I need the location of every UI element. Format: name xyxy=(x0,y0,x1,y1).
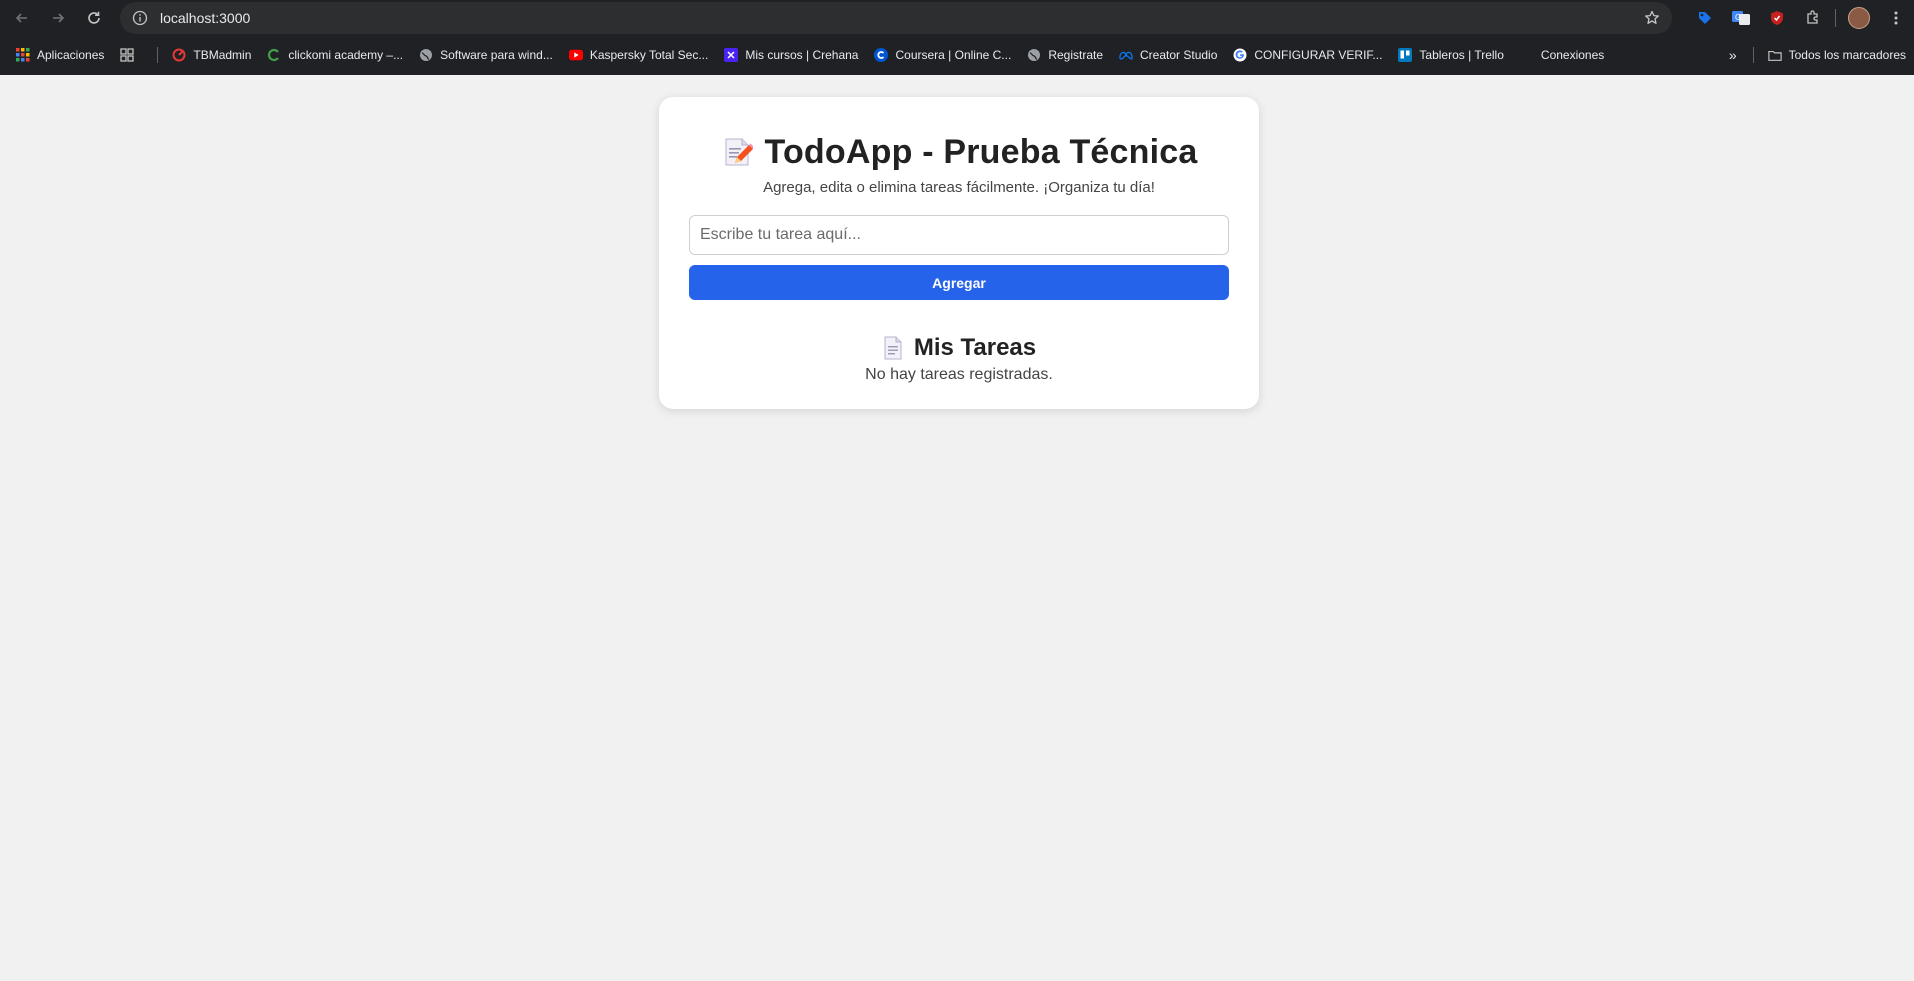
address-bar[interactable]: localhost:3000 xyxy=(120,2,1672,34)
bookmark-creator-studio[interactable]: Creator Studio xyxy=(1119,48,1217,62)
bookmark-label: Tableros | Trello xyxy=(1419,48,1504,62)
kebab-menu-icon xyxy=(1894,11,1898,24)
bookmark-label: Mis cursos | Crehana xyxy=(745,48,859,62)
google-icon xyxy=(1233,48,1247,62)
browser-chrome: localhost:3000 G Aplicaciones TBMadmin c… xyxy=(0,0,1914,75)
bookmark-label: CONFIGURAR VERIF... xyxy=(1254,48,1383,62)
all-bookmarks-folder[interactable]: Todos los marcadores xyxy=(1767,48,1906,62)
back-button[interactable] xyxy=(8,4,36,32)
page-subtitle: Agrega, edita o elimina tareas fácilment… xyxy=(763,179,1155,196)
app-header: TodoApp - Prueba Técnica xyxy=(689,131,1229,173)
arrow-left-icon xyxy=(15,12,27,23)
page-document-icon xyxy=(884,336,902,360)
extensions-menu-button[interactable] xyxy=(1803,8,1823,28)
profile-avatar[interactable] xyxy=(1848,6,1870,29)
bookmark-label: Kaspersky Total Sec... xyxy=(589,48,709,62)
forward-button[interactable] xyxy=(44,4,72,32)
todo-card: TodoApp - Prueba Técnica Agrega, edita o… xyxy=(659,97,1259,409)
trello-icon xyxy=(1398,48,1413,62)
bookmark-label: Registrate xyxy=(1048,48,1104,62)
tab-groups-icon xyxy=(120,48,135,62)
url-text[interactable]: localhost:3000 xyxy=(160,10,250,26)
memo-pencil-icon xyxy=(725,138,753,166)
crehana-icon xyxy=(724,48,739,62)
page-body: TodoApp - Prueba Técnica Agrega, edita o… xyxy=(0,75,1914,981)
browser-toolbar: localhost:3000 G xyxy=(0,0,1914,35)
reload-button[interactable] xyxy=(80,4,108,32)
bookmark-label: Software para wind... xyxy=(440,48,553,62)
bookmark-software[interactable]: Software para wind... xyxy=(419,48,553,62)
more-bookmarks-chevron-icon[interactable]: » xyxy=(1729,47,1737,63)
site-info-icon[interactable] xyxy=(132,10,148,26)
extension-translate[interactable]: G xyxy=(1731,8,1751,28)
tag-icon xyxy=(1699,11,1711,24)
translate-icon: G xyxy=(1732,10,1750,25)
bookmark-conexiones[interactable]: Conexiones xyxy=(1520,48,1604,62)
bookmark-label: TBMadmin xyxy=(193,48,252,62)
bookmark-configurar[interactable]: CONFIGURAR VERIF... xyxy=(1233,48,1382,62)
bookmark-clickomi[interactable]: clickomi academy –... xyxy=(267,48,403,62)
bookmark-label: Conexiones xyxy=(1540,48,1605,62)
bookmark-kaspersky[interactable]: Kaspersky Total Sec... xyxy=(568,48,709,62)
tasks-header: Mis Tareas xyxy=(689,334,1229,362)
bookmark-label: Coursera | Online C... xyxy=(895,48,1012,62)
bookmark-registrate[interactable]: Registrate xyxy=(1027,48,1103,62)
bookmark-star-icon[interactable] xyxy=(1644,10,1660,26)
extension-security[interactable] xyxy=(1767,8,1787,28)
bookmark-trello[interactable]: Tableros | Trello xyxy=(1398,48,1504,62)
bookmarks-bar: Aplicaciones TBMadmin clickomi academy –… xyxy=(0,35,1914,75)
extensions-area: G xyxy=(1687,0,1914,35)
blank-icon xyxy=(1520,48,1534,62)
bookmarks-divider xyxy=(157,47,159,63)
add-task-button[interactable]: Agregar xyxy=(689,265,1229,300)
bookmarks-divider xyxy=(1752,47,1754,63)
bookmark-coursera[interactable]: Coursera | Online C... xyxy=(874,48,1011,62)
bookmark-label: Creator Studio xyxy=(1140,48,1218,62)
toolbar-divider xyxy=(1835,8,1836,27)
globe-icon xyxy=(1027,48,1041,62)
globe-icon xyxy=(419,48,433,62)
task-input[interactable] xyxy=(689,215,1229,255)
puzzle-icon xyxy=(1807,9,1818,24)
svg-text:G: G xyxy=(1735,13,1741,22)
arrow-right-icon xyxy=(53,12,65,23)
bookmark-label: Aplicaciones xyxy=(37,48,105,62)
bookmark-label: clickomi academy –... xyxy=(288,48,404,62)
shield-icon xyxy=(1771,10,1783,25)
bookmark-apps[interactable]: Aplicaciones xyxy=(16,48,104,62)
tbm-icon xyxy=(172,48,186,62)
bookmark-tab-groups[interactable] xyxy=(120,48,141,62)
apps-grid-icon xyxy=(16,48,30,62)
tasks-heading: Mis Tareas xyxy=(913,334,1037,361)
empty-tasks-message: No hay tareas registradas. xyxy=(865,366,1053,383)
youtube-icon xyxy=(568,48,583,62)
page-title: TodoApp - Prueba Técnica xyxy=(764,132,1198,171)
reload-icon xyxy=(88,11,100,24)
extension-tag[interactable] xyxy=(1695,8,1715,28)
bookmarks-right: » Todos los marcadores xyxy=(1729,35,1906,75)
bookmark-crehana[interactable]: Mis cursos | Crehana xyxy=(724,48,858,62)
bookmark-tbmadmin[interactable]: TBMadmin xyxy=(172,48,251,62)
coursera-icon xyxy=(874,48,889,62)
folder-icon xyxy=(1767,48,1782,62)
clickomi-icon xyxy=(267,48,281,62)
meta-icon xyxy=(1119,48,1133,62)
all-bookmarks-label: Todos los marcadores xyxy=(1788,48,1906,62)
browser-menu-button[interactable] xyxy=(1886,8,1906,28)
